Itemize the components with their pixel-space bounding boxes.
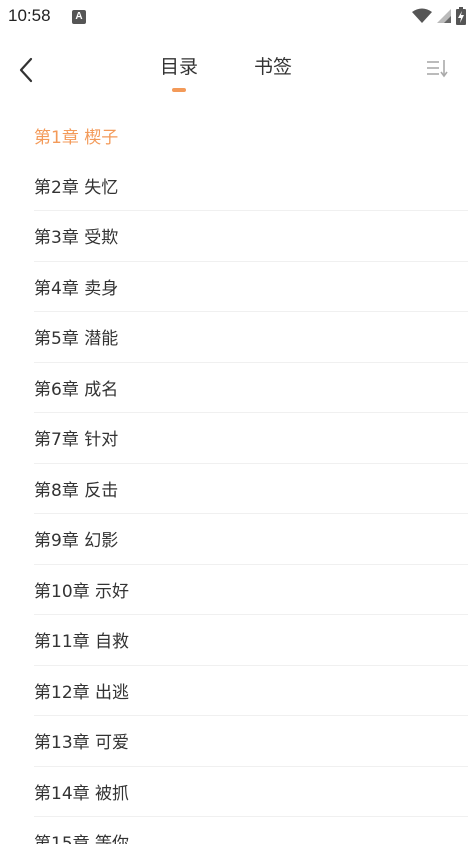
- battery-charging-icon: [456, 7, 466, 25]
- signal-icon: [437, 9, 451, 23]
- back-button[interactable]: [10, 52, 42, 88]
- chevron-left-icon: [19, 57, 33, 83]
- sort-order-button[interactable]: [426, 58, 450, 80]
- sort-icon: [427, 60, 448, 78]
- toc-header: 目录 书签: [0, 34, 474, 106]
- chapter-item[interactable]: 第6章 成名: [34, 363, 468, 413]
- chapter-item[interactable]: 第10章 示好: [34, 565, 468, 615]
- chapter-item[interactable]: 第9章 幻影: [34, 514, 468, 565]
- chapter-item[interactable]: 第3章 受欺: [34, 211, 468, 262]
- chapter-item-current[interactable]: 第1章 楔子: [34, 110, 468, 161]
- tab-catalog[interactable]: 目录: [160, 52, 198, 79]
- chapter-item[interactable]: 第5章 潜能: [34, 312, 468, 363]
- status-icons: [412, 6, 466, 26]
- tab-bookmarks[interactable]: 书签: [254, 52, 292, 79]
- status-bar: 10:58 A: [0, 0, 474, 34]
- chapter-item[interactable]: 第2章 失忆: [34, 161, 468, 211]
- chapter-item[interactable]: 第4章 卖身: [34, 262, 468, 312]
- chapter-item[interactable]: 第14章 被抓: [34, 767, 468, 817]
- wifi-icon: [412, 8, 432, 23]
- tab-bar: 目录 书签: [160, 52, 292, 79]
- status-time: 10:58: [8, 6, 51, 25]
- chapter-item[interactable]: 第13章 可爱: [34, 716, 468, 767]
- notification-a-icon: A: [72, 10, 86, 24]
- chapter-item[interactable]: 第15章 等你: [34, 817, 468, 844]
- chapter-item[interactable]: 第8章 反击: [34, 464, 468, 514]
- chapter-item[interactable]: 第11章 自救: [34, 615, 468, 666]
- chapter-list: 第1章 楔子 第2章 失忆 第3章 受欺 第4章 卖身 第5章 潜能 第6章 成…: [0, 110, 474, 844]
- chapter-item[interactable]: 第7章 针对: [34, 413, 468, 464]
- chapter-item[interactable]: 第12章 出逃: [34, 666, 468, 716]
